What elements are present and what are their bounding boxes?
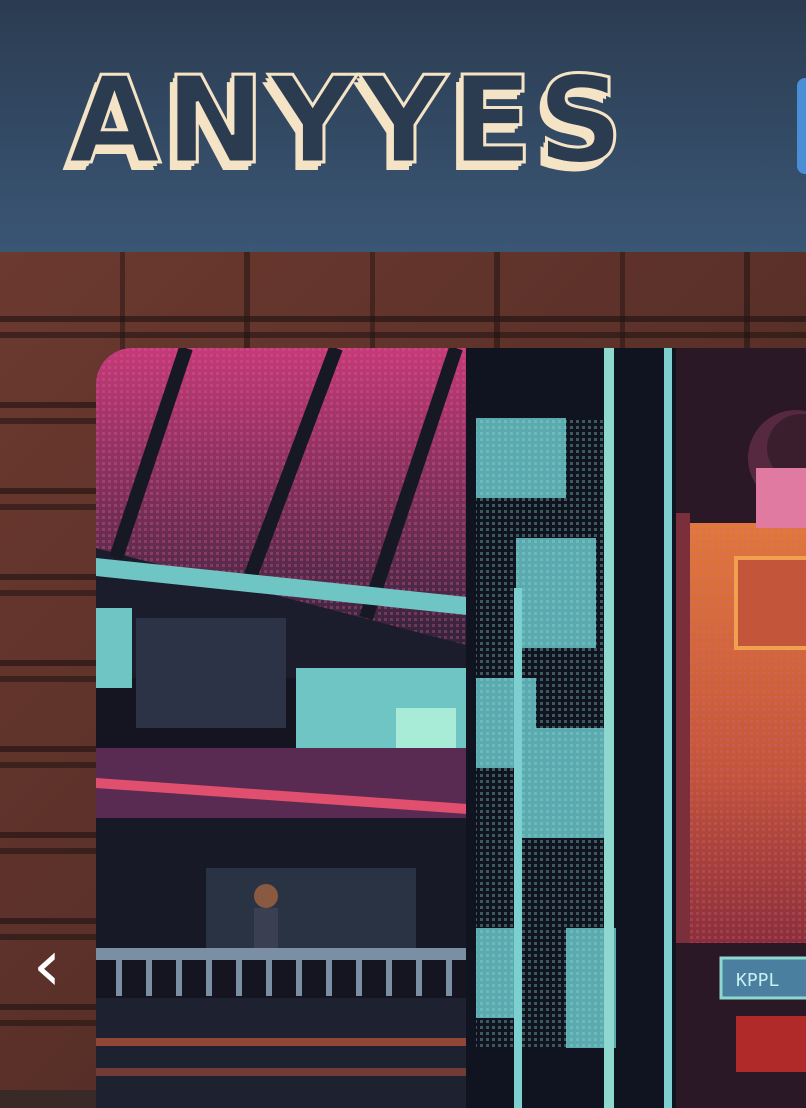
slide-sign-text: KPPL: [736, 970, 780, 991]
pixel-art-city-scene: KPPL: [96, 348, 806, 1108]
menu-button[interactable]: [797, 78, 806, 174]
chevron-left-icon: ‹: [32, 923, 62, 1007]
carousel-slide-image[interactable]: KPPL: [96, 348, 806, 1108]
carousel-prev-button[interactable]: ‹: [22, 929, 72, 1001]
site-logo[interactable]: ANYYES: [67, 60, 628, 183]
site-header: ANYYES: [0, 0, 806, 252]
